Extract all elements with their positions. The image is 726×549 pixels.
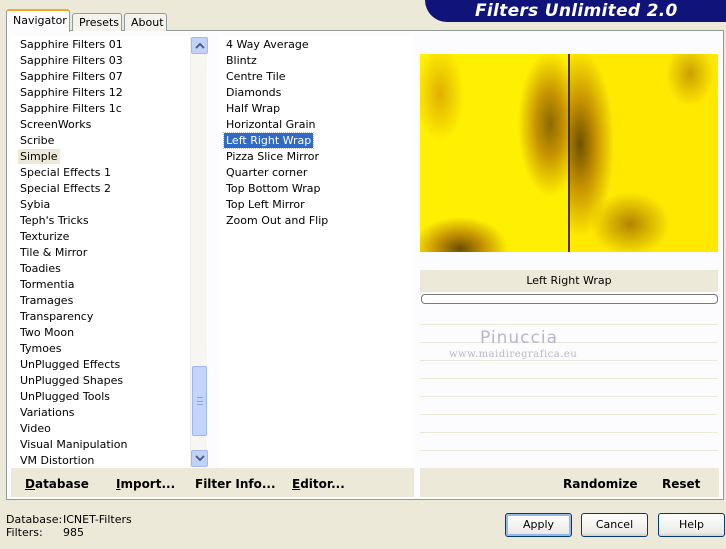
list-item[interactable]: Blintz (224, 53, 259, 68)
preview-toolbar: Randomize Reset (420, 468, 719, 497)
divider (420, 414, 718, 415)
list-item[interactable]: Two Moon (18, 325, 76, 340)
progress-bar (421, 294, 718, 304)
list-item[interactable]: Variations (18, 405, 77, 420)
list-item[interactable]: Top Left Mirror (224, 197, 307, 212)
selected-filter-label: Left Right Wrap (420, 270, 718, 292)
scroll-down-button[interactable] (191, 450, 208, 467)
watermark-name: Pinuccia (480, 328, 558, 348)
list-item[interactable]: Diamonds (224, 85, 283, 100)
list-item[interactable]: Video (18, 421, 53, 436)
category-scrollbar[interactable] (190, 37, 208, 467)
database-label: Database: (6, 513, 63, 526)
list-item[interactable]: Tramages (18, 293, 75, 308)
list-item[interactable]: UnPlugged Effects (18, 357, 122, 372)
list-item[interactable]: ScreenWorks (18, 117, 93, 132)
preview-right-half (570, 54, 718, 252)
list-item[interactable]: Scribe (18, 133, 56, 148)
list-item[interactable]: Sybia (18, 197, 52, 212)
scroll-thumb[interactable] (192, 366, 207, 436)
list-item[interactable]: UnPlugged Tools (18, 389, 112, 404)
divider (420, 342, 718, 343)
tab-presets[interactable]: Presets (72, 13, 122, 31)
list-item[interactable]: Sapphire Filters 1c (18, 101, 124, 116)
list-item[interactable]: Tymoes (18, 341, 63, 356)
list-item[interactable]: Visual Manipulation (18, 437, 129, 452)
parameter-area (420, 324, 718, 468)
editor-button[interactable]: Editor... (292, 477, 345, 491)
list-item[interactable]: Special Effects 2 (18, 181, 113, 196)
list-item[interactable]: VM Distortion (18, 453, 96, 468)
list-item[interactable]: Sapphire Filters 01 (18, 37, 125, 52)
list-item[interactable]: Centre Tile (224, 69, 288, 84)
title-banner: Filters Unlimited 2.0 (425, 0, 726, 22)
database-button[interactable]: Database (25, 477, 89, 491)
import-button[interactable]: Import... (116, 477, 175, 491)
divider (420, 324, 718, 325)
list-item[interactable]: Left Right Wrap (222, 132, 315, 149)
filter-info-button[interactable]: Filter Info... (195, 477, 276, 491)
help-button[interactable]: Help (658, 513, 725, 537)
watermark-url: www.maidiregrafica.eu (449, 349, 578, 360)
list-item[interactable]: Pizza Slice Mirror (224, 149, 321, 164)
divider (420, 432, 718, 433)
list-item[interactable]: Half Wrap (224, 101, 282, 116)
list-item[interactable]: Teph's Tricks (18, 213, 91, 228)
apply-button[interactable]: Apply (505, 513, 572, 537)
filters-count: 985 (63, 526, 84, 539)
database-toolbar: Database Import... Filter Info... Editor… (11, 468, 414, 497)
list-item[interactable]: Special Effects 1 (18, 165, 113, 180)
list-item[interactable]: Sapphire Filters 03 (18, 53, 125, 68)
grip-icon (197, 397, 203, 405)
list-item[interactable]: Top Bottom Wrap (224, 181, 323, 196)
tab-navigator[interactable]: Navigator (6, 9, 70, 32)
list-item[interactable]: Transparency (18, 309, 95, 324)
divider (420, 360, 718, 361)
divider (420, 450, 718, 451)
divider (420, 396, 718, 397)
list-item[interactable]: Simple (18, 149, 60, 164)
randomize-button[interactable]: Randomize (563, 477, 637, 491)
category-list[interactable]: Sapphire Filters 01 Sapphire Filters 03 Sa… (11, 36, 208, 468)
list-item[interactable]: Tormentia (18, 277, 76, 292)
tab-about[interactable]: About (124, 13, 167, 31)
list-item[interactable]: Zoom Out and Flip (224, 213, 330, 228)
filter-list[interactable]: 4 Way Average Blintz Centre Tile Diamonds Ha… (219, 36, 414, 468)
scroll-up-button[interactable] (191, 37, 208, 54)
cancel-button[interactable]: Cancel (581, 513, 648, 537)
preview-image (420, 54, 718, 252)
list-item[interactable]: Quarter corner (224, 165, 309, 180)
chevron-down-icon (195, 455, 205, 462)
app-title: Filters Unlimited 2.0 (475, 1, 678, 21)
list-item[interactable]: Horizontal Grain (224, 117, 317, 132)
chevron-up-icon (195, 42, 205, 49)
list-item[interactable]: Texturize (18, 229, 71, 244)
list-item[interactable]: 4 Way Average (224, 37, 311, 52)
list-item[interactable]: UnPlugged Shapes (18, 373, 125, 388)
list-item[interactable]: Sapphire Filters 12 (18, 85, 125, 100)
filters-label: Filters: (6, 526, 43, 539)
preview-left-half (420, 54, 569, 252)
list-item[interactable]: Toadies (18, 261, 63, 276)
list-item[interactable]: Sapphire Filters 07 (18, 69, 125, 84)
list-item[interactable]: Tile & Mirror (18, 245, 89, 260)
database-value: ICNET-Filters (63, 513, 132, 526)
divider (420, 378, 718, 379)
reset-button[interactable]: Reset (662, 477, 700, 491)
